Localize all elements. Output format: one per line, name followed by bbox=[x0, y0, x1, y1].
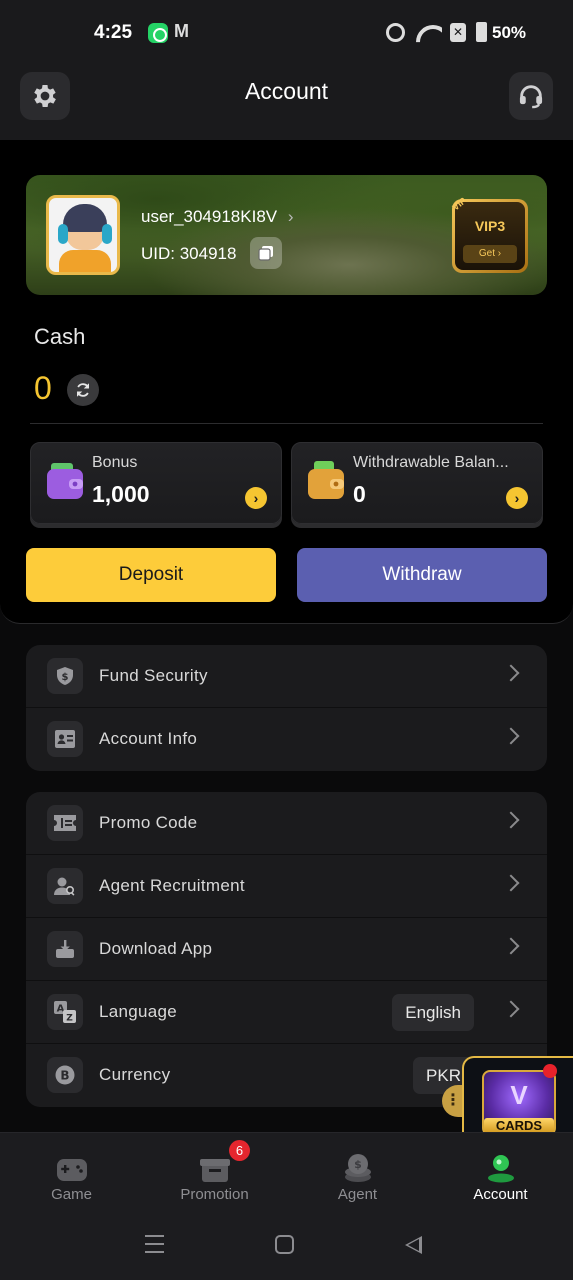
svg-text:$: $ bbox=[354, 1158, 362, 1171]
withdraw-button[interactable]: Withdraw bbox=[297, 548, 547, 602]
back-icon[interactable] bbox=[405, 1236, 422, 1254]
divider bbox=[30, 423, 543, 424]
bonus-value: 1,000 bbox=[92, 481, 150, 507]
svg-text:B: B bbox=[60, 1069, 69, 1083]
cash-value: 0 bbox=[34, 370, 52, 406]
tab-label: Agent bbox=[337, 1186, 378, 1203]
username-link[interactable]: user_304918KI8V › bbox=[141, 207, 294, 227]
headset-icon bbox=[519, 85, 543, 109]
app-header: Account bbox=[0, 62, 573, 140]
cards-letter: V bbox=[510, 1080, 528, 1110]
svg-text:Z: Z bbox=[66, 1014, 73, 1024]
bonus-card[interactable]: Bonus 1,000 › bbox=[30, 442, 282, 524]
ticket-icon bbox=[54, 815, 76, 831]
home-icon[interactable] bbox=[275, 1235, 294, 1254]
deposit-button[interactable]: Deposit bbox=[26, 548, 276, 602]
menu-item-account-info[interactable]: Account Info bbox=[26, 708, 547, 771]
refresh-icon bbox=[76, 383, 90, 397]
no-sim-icon: ✕ bbox=[450, 23, 466, 42]
tab-label: Game bbox=[51, 1186, 92, 1203]
tab-promotion[interactable]: Promotion bbox=[143, 1133, 286, 1219]
withdrawable-value: 0 bbox=[353, 481, 366, 507]
system-nav-bar bbox=[0, 1218, 573, 1280]
support-button[interactable] bbox=[509, 72, 553, 120]
bottom-tab-bar: Game Promotion $ Agent Account bbox=[0, 1132, 573, 1218]
download-icon bbox=[56, 940, 74, 958]
shield-dollar-icon: $ bbox=[57, 667, 73, 685]
menu-item-fund-security[interactable]: $ Fund Security bbox=[26, 645, 547, 708]
menu-item-label: Currency bbox=[99, 1065, 171, 1084]
chevron-right-icon: › bbox=[506, 487, 528, 509]
menu-item-download-app[interactable]: Download App bbox=[26, 918, 547, 981]
cash-label: Cash bbox=[34, 324, 86, 349]
avatar[interactable] bbox=[46, 195, 120, 275]
wifi-icon bbox=[416, 21, 442, 43]
alarm-icon bbox=[386, 23, 405, 42]
battery-percent: 50% bbox=[492, 23, 527, 42]
user-icon bbox=[488, 1155, 514, 1183]
account-panel: user_304918KI8V › UID: 304918 VIP VIP3 G… bbox=[0, 140, 573, 624]
chevron-right-icon bbox=[502, 727, 520, 745]
menu-item-agent-recruitment[interactable]: Agent Recruitment bbox=[26, 855, 547, 918]
notification-dot bbox=[543, 1064, 557, 1078]
tab-label: Promotion bbox=[180, 1186, 249, 1203]
tab-game[interactable]: Game bbox=[0, 1133, 143, 1219]
withdrawable-label: Withdrawable Balan... bbox=[353, 454, 509, 471]
username: user_304918KI8V bbox=[141, 207, 278, 226]
menu-item-promo-code[interactable]: Promo Code bbox=[26, 792, 547, 855]
battery-icon bbox=[476, 22, 487, 42]
chevron-right-icon bbox=[502, 937, 520, 955]
whatsapp-icon bbox=[148, 23, 168, 43]
svg-text:$: $ bbox=[62, 672, 69, 683]
chevron-right-icon bbox=[502, 874, 520, 892]
coins-icon: $ bbox=[345, 1154, 371, 1182]
menu-item-label: Download App bbox=[99, 939, 213, 958]
chevron-right-icon bbox=[502, 664, 520, 682]
wallet-icon bbox=[47, 463, 83, 499]
tab-agent[interactable]: $ Agent bbox=[286, 1133, 429, 1219]
bitcoin-icon: B bbox=[55, 1065, 75, 1085]
status-time: 4:25 bbox=[94, 22, 133, 43]
user-id: UID: 304918 bbox=[141, 244, 237, 263]
menu-item-label: Fund Security bbox=[99, 666, 208, 685]
mail-icon: M bbox=[174, 21, 189, 41]
vip-corner-label: VIP bbox=[450, 195, 469, 213]
id-card-icon bbox=[55, 730, 75, 748]
vip-badge[interactable]: VIP VIP3 Get › bbox=[450, 195, 528, 273]
status-bar: 4:25 M ✕ 50% bbox=[0, 0, 573, 62]
menu-item-label: Promo Code bbox=[99, 813, 198, 832]
cards-widget-handle[interactable]: ⋮ bbox=[442, 1085, 464, 1117]
menu-item-label: Language bbox=[99, 1002, 178, 1021]
language-value: English bbox=[392, 994, 474, 1031]
translate-icon: A Z bbox=[54, 1001, 76, 1023]
refresh-balance-button[interactable] bbox=[67, 374, 99, 406]
vip-get-button[interactable]: Get › bbox=[463, 245, 517, 263]
gift-icon bbox=[200, 1159, 230, 1182]
agent-search-icon bbox=[54, 877, 75, 896]
cards-logo: V CARDS bbox=[482, 1070, 556, 1136]
menu-item-language[interactable]: A Z Language English bbox=[26, 981, 547, 1044]
copy-icon bbox=[258, 246, 273, 261]
money-wallet-icon bbox=[308, 461, 344, 499]
bonus-label: Bonus bbox=[92, 454, 138, 471]
cards-label: CARDS bbox=[484, 1118, 554, 1133]
chevron-right-icon bbox=[502, 1000, 520, 1018]
tab-account[interactable]: Account bbox=[429, 1133, 572, 1219]
menu-item-label: Account Info bbox=[99, 729, 198, 748]
promotion-badge: 6 bbox=[229, 1140, 250, 1161]
withdrawable-card[interactable]: Withdrawable Balan... 0 › bbox=[291, 442, 543, 524]
chevron-right-icon bbox=[502, 811, 520, 829]
page-title: Account bbox=[244, 78, 329, 104]
vip-level: VIP3 bbox=[474, 218, 506, 234]
chevron-right-icon: › bbox=[245, 487, 267, 509]
tab-label: Account bbox=[473, 1186, 528, 1203]
security-menu: $ Fund Security Account Info bbox=[26, 645, 547, 771]
chevron-right-icon: › bbox=[287, 207, 294, 226]
recents-icon[interactable] bbox=[145, 1235, 164, 1253]
gamepad-icon bbox=[57, 1159, 87, 1181]
profile-card: user_304918KI8V › UID: 304918 VIP VIP3 G… bbox=[26, 175, 547, 295]
menu-item-label: Agent Recruitment bbox=[99, 876, 245, 895]
copy-uid-button[interactable] bbox=[250, 237, 282, 269]
